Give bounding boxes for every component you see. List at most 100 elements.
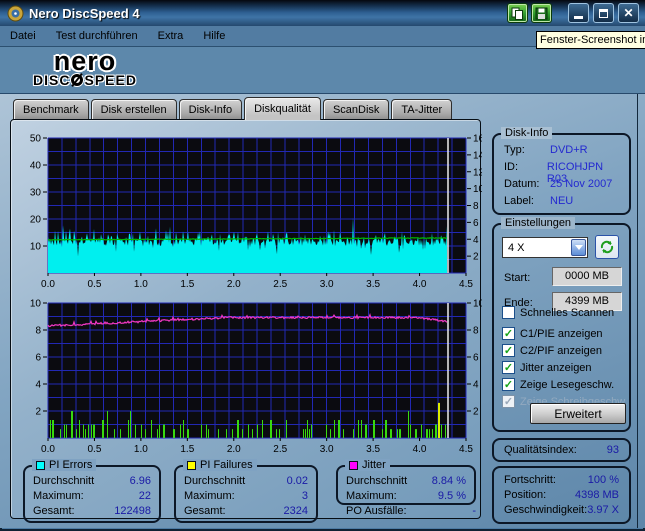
axis-tick-label: 2.0 (227, 279, 241, 290)
copy-icon (511, 7, 524, 20)
checkbox-schnelles-scannen[interactable]: Schnelles Scannen (502, 305, 614, 320)
disc-icon (71, 74, 83, 86)
checkbox-box[interactable] (502, 344, 515, 357)
app-window: Nero DiscSpeed 4 ✕ Datei Test durchführe… (0, 0, 645, 531)
axis-tick-label: 3.0 (320, 444, 334, 455)
speed-value: 3.97 X (587, 503, 619, 518)
checkbox-box[interactable] (502, 395, 515, 408)
window-frame-line (637, 94, 638, 528)
window-title: Nero DiscSpeed 4 (29, 6, 140, 21)
axis-tick-label: 2.5 (273, 444, 287, 455)
checkbox-c1-pie-anzeigen[interactable]: C1/PIE anzeigen (502, 326, 603, 341)
tooltip: Fenster-Screenshot in (536, 31, 645, 49)
axis-tick-label: 4 (35, 380, 41, 391)
disk-info-panel: Disk-Info Typ:DVD+R ID:RICOHJPN R03 Datu… (492, 133, 631, 215)
save-button[interactable] (531, 3, 552, 23)
axis-tick-label: 0.5 (87, 444, 101, 455)
screenshot-button[interactable] (507, 3, 528, 23)
checkbox-box[interactable] (502, 378, 515, 391)
axis-tick-label: 0.0 (41, 444, 55, 455)
refresh-icon (599, 239, 615, 255)
minimize-button[interactable] (568, 3, 589, 23)
logo-discspeed: DISCSPEED (14, 73, 156, 88)
erweitert-button[interactable]: Erweitert (530, 403, 626, 424)
axis-tick-label: 12 (473, 167, 482, 178)
axis-tick-label: 16 (473, 134, 482, 145)
axis-tick-label: 4.0 (413, 444, 427, 455)
axis-tick-label: 2.0 (227, 444, 241, 455)
maximize-icon (599, 9, 608, 18)
axis-tick-label: 0.5 (87, 279, 101, 290)
pi-failures-stats: PI Failures Durchschnitt0.02 Maximum:3 G… (174, 465, 318, 523)
po-failures-row: PO Ausfälle:- (346, 504, 476, 518)
axis-tick-label: 40 (30, 161, 42, 172)
chart-panel: 10 20 30 40 50 2 4 6 8 10 12 14 16 0.0 0.5 1.0 1.5 2.0 2.5… (10, 119, 481, 519)
refresh-button[interactable] (595, 235, 619, 259)
chevron-down-icon[interactable] (571, 239, 586, 256)
checkbox-zeige-lesegeschw[interactable]: Zeige Lesegeschw. (502, 377, 614, 392)
axis-tick-label: 20 (30, 215, 42, 226)
progress-value: 100 % (588, 473, 619, 488)
axis-tick-label: 2 (35, 407, 41, 418)
tab-scandisk[interactable]: ScanDisk (323, 99, 389, 120)
checkbox-c2-pif-anzeigen[interactable]: C2/PIF anzeigen (502, 343, 602, 358)
pi-errors-swatch (36, 461, 45, 470)
checkbox-box[interactable] (502, 361, 515, 374)
menu-extra[interactable]: Extra (148, 26, 194, 46)
tab-ta-jitter[interactable]: TA-Jitter (391, 99, 452, 120)
tab-bar: Benchmark Disk erstellen Disk-Info Diskq… (13, 97, 454, 120)
quality-index-value: 93 (607, 440, 619, 461)
maximize-button[interactable] (593, 3, 614, 23)
axis-tick-label: 4.5 (459, 444, 473, 455)
tab-disk-info[interactable]: Disk-Info (179, 99, 242, 120)
axis-tick-label: 1.0 (134, 279, 148, 290)
titlebar: Nero DiscSpeed 4 ✕ (0, 0, 645, 26)
jitter-swatch (349, 461, 358, 470)
axis-tick-label: 10 (30, 242, 42, 253)
floppy-icon (535, 7, 548, 20)
axis-tick-label: 8 (473, 326, 479, 337)
progress-panel: Fortschritt:100 % Position:4398 MB Gesch… (492, 466, 631, 524)
checkbox-box[interactable] (502, 327, 515, 340)
axis-tick-label: 6 (35, 353, 41, 364)
jitter-stats: Jitter Durchschnitt8.84 % Maximum:9.5 % (336, 465, 476, 505)
speed-select[interactable]: 4 X (502, 237, 588, 258)
quality-index-panel: Qualitätsindex:93 (492, 438, 631, 462)
close-button[interactable]: ✕ (618, 3, 639, 23)
axis-tick-label: 2.5 (273, 279, 287, 290)
content-area: Benchmark Disk erstellen Disk-Info Diskq… (0, 94, 645, 528)
axis-tick-label: 1.5 (180, 444, 194, 455)
axis-tick-label: 8 (473, 201, 479, 212)
menu-hilfe[interactable]: Hilfe (193, 26, 235, 46)
checkbox-box[interactable] (502, 306, 515, 319)
axis-tick-label: 3.5 (366, 444, 380, 455)
checkbox-jitter-anzeigen[interactable]: Jitter anzeigen (502, 360, 592, 375)
axis-tick-label: 10 (473, 184, 482, 195)
axis-tick-label: 10 (30, 299, 42, 310)
axis-tick-label: 2 (473, 407, 479, 418)
quality-charts: 10 20 30 40 50 2 4 6 8 10 12 14 16 0.0 0.5 1.0 1.5 2.0 2.5… (11, 120, 482, 460)
axis-tick-label: 1.0 (134, 444, 148, 455)
axis-tick-label: 10 (473, 299, 482, 310)
tab-benchmark[interactable]: Benchmark (13, 99, 89, 120)
axis-tick-label: 4 (473, 380, 479, 391)
axis-tick-label: 2 (473, 252, 479, 263)
axis-tick-label: 4 (473, 235, 479, 246)
axis-tick-label: 1.5 (180, 279, 194, 290)
header: nero DISCSPEED [0:2] LITE-ON DVDRW LH-20… (0, 47, 645, 94)
app-icon (7, 5, 24, 22)
tab-diskqualitaet[interactable]: Diskqualität (244, 97, 321, 120)
axis-tick-label: 50 (30, 134, 42, 145)
axis-tick-label: 14 (473, 150, 482, 161)
pi-failures-swatch (187, 461, 196, 470)
axis-tick-label: 4.0 (413, 279, 427, 290)
nero-discspeed-logo: nero DISCSPEED (14, 50, 156, 88)
axis-tick-label: 6 (473, 218, 479, 229)
axis-tick-label: 3.0 (320, 279, 334, 290)
axis-tick-label: 30 (30, 188, 42, 199)
start-field[interactable]: 0000 MB (552, 267, 622, 286)
menu-datei[interactable]: Datei (0, 26, 46, 46)
pi-failures-max-spike (438, 403, 440, 438)
tab-disk-erstellen[interactable]: Disk erstellen (91, 99, 177, 120)
menu-test-durchfuehren[interactable]: Test durchführen (46, 26, 148, 46)
